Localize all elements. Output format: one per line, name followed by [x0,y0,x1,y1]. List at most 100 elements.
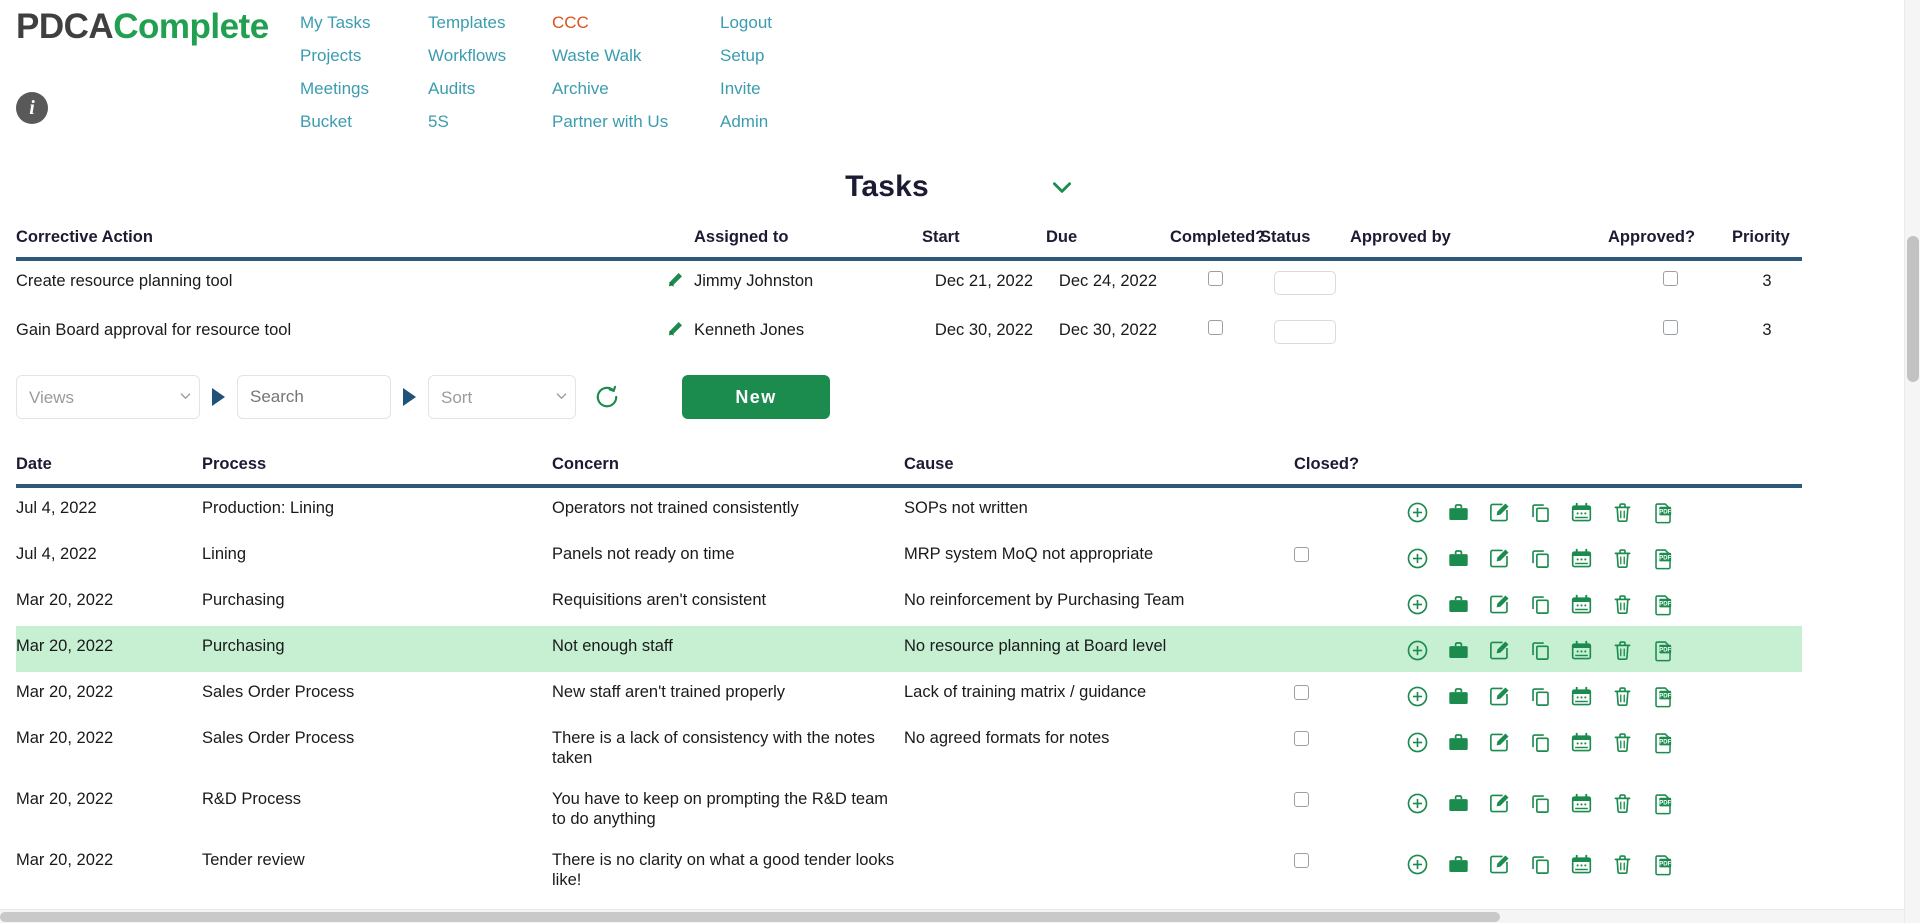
new-button[interactable]: New [682,375,830,419]
briefcase-icon[interactable] [1447,501,1470,524]
plus-circle-icon[interactable] [1406,501,1429,524]
plus-circle-icon[interactable] [1406,853,1429,876]
pdf-icon[interactable]: PDF [1652,731,1675,754]
pdf-icon[interactable]: PDF [1652,593,1675,616]
trash-icon[interactable] [1611,639,1634,662]
cell-row-actions[interactable]: PDF [1406,486,1802,534]
copy-icon[interactable] [1529,593,1552,616]
nav-link-bucket[interactable]: Bucket [300,105,428,138]
edit-icon[interactable] [1488,792,1511,815]
copy-icon[interactable] [1529,501,1552,524]
briefcase-icon[interactable] [1447,792,1470,815]
nav-link-audits[interactable]: Audits [428,72,552,105]
calendar-icon[interactable] [1570,593,1593,616]
cell-row-actions[interactable]: PDF [1406,718,1802,779]
cell-closed[interactable] [1294,718,1406,779]
plus-circle-icon[interactable] [1406,731,1429,754]
calendar-icon[interactable] [1570,792,1593,815]
plus-circle-icon[interactable] [1406,639,1429,662]
edit-icon[interactable] [1488,639,1511,662]
edit-icon[interactable] [1488,547,1511,570]
nav-link-ccc[interactable]: CCC [552,6,720,39]
briefcase-icon[interactable] [1447,685,1470,708]
nav-link-admin[interactable]: Admin [720,105,840,138]
concerns-table-row[interactable]: Mar 20, 2022 Sales Order Process There is … [16,718,1802,779]
calendar-icon[interactable] [1570,547,1593,570]
trash-icon[interactable] [1611,547,1634,570]
approved-checkbox[interactable] [1662,320,1678,336]
search-apply-arrow-icon[interactable] [403,388,416,406]
copy-icon[interactable] [1529,731,1552,754]
cell-approved[interactable] [1608,259,1732,310]
vertical-scrollbar[interactable] [1904,0,1920,923]
briefcase-icon[interactable] [1447,853,1470,876]
trash-icon[interactable] [1611,853,1634,876]
nav-link-my-tasks[interactable]: My Tasks [300,6,428,39]
vertical-scrollbar-thumb[interactable] [1907,236,1919,382]
concerns-table-row[interactable]: Mar 20, 2022 Tender review There is no cla… [16,840,1802,901]
briefcase-icon[interactable] [1447,593,1470,616]
pdf-icon[interactable]: PDF [1652,547,1675,570]
plus-circle-icon[interactable] [1406,593,1429,616]
trash-icon[interactable] [1611,501,1634,524]
refresh-icon[interactable] [594,384,620,410]
copy-icon[interactable] [1529,639,1552,662]
plus-circle-icon[interactable] [1406,685,1429,708]
concerns-table-row[interactable]: Mar 20, 2022 Purchasing Not enough staff No… [16,626,1802,672]
nav-link-logout[interactable]: Logout [720,6,840,39]
nav-link-5s[interactable]: 5S [428,105,552,138]
nav-link-invite[interactable]: Invite [720,72,840,105]
horizontal-scrollbar-thumb[interactable] [0,912,1500,922]
concerns-table-row[interactable]: Jul 4, 2022 Production: Lining Operators n… [16,486,1802,534]
trash-icon[interactable] [1611,731,1634,754]
cell-row-actions[interactable]: PDF [1406,672,1802,718]
copy-icon[interactable] [1529,685,1552,708]
trash-icon[interactable] [1611,593,1634,616]
status-input[interactable] [1274,271,1336,295]
views-apply-arrow-icon[interactable] [212,388,225,406]
nav-link-setup[interactable]: Setup [720,39,840,72]
edit-icon[interactable] [1488,731,1511,754]
closed-checkbox[interactable] [1294,731,1309,746]
sort-select[interactable]: Sort [428,375,576,419]
chevron-down-icon[interactable] [1049,174,1075,200]
cell-row-actions[interactable]: PDF [1406,580,1802,626]
cell-completed[interactable] [1170,310,1260,359]
nav-link-projects[interactable]: Projects [300,39,428,72]
cell-closed[interactable] [1294,626,1406,672]
closed-checkbox[interactable] [1294,547,1309,562]
views-select[interactable]: Views [16,375,200,419]
edit-icon[interactable] [1488,853,1511,876]
concerns-table-row[interactable]: Jul 4, 2022 Lining Panels not ready on tim… [16,534,1802,580]
cell-closed[interactable] [1294,840,1406,901]
cell-closed[interactable] [1294,534,1406,580]
calendar-icon[interactable] [1570,853,1593,876]
nav-link-waste-walk[interactable]: Waste Walk [552,39,720,72]
cell-row-actions[interactable]: PDF [1406,840,1802,901]
concerns-table-row[interactable]: Mar 20, 2022 Sales Order Process New staff… [16,672,1802,718]
cell-closed[interactable] [1294,672,1406,718]
calendar-icon[interactable] [1570,639,1593,662]
pdf-icon[interactable]: PDF [1652,853,1675,876]
search-input[interactable] [237,375,391,419]
copy-icon[interactable] [1529,547,1552,570]
edit-pencil-icon[interactable] [664,271,684,291]
cell-row-actions[interactable]: PDF [1406,534,1802,580]
cell-status[interactable] [1260,310,1350,359]
copy-icon[interactable] [1529,792,1552,815]
nav-link-partner-with-us[interactable]: Partner with Us [552,105,720,138]
cell-edit-action[interactable] [634,259,694,310]
copy-icon[interactable] [1529,853,1552,876]
info-icon[interactable]: i [16,92,48,124]
plus-circle-icon[interactable] [1406,792,1429,815]
trash-icon[interactable] [1611,792,1634,815]
approved-checkbox[interactable] [1662,271,1678,286]
edit-pencil-icon[interactable] [664,320,684,340]
tasks-table-row[interactable]: Create resource planning tool Jimmy John… [16,259,1802,310]
edit-icon[interactable] [1488,685,1511,708]
nav-link-meetings[interactable]: Meetings [300,72,428,105]
trash-icon[interactable] [1611,685,1634,708]
calendar-icon[interactable] [1570,731,1593,754]
cell-approved[interactable] [1608,310,1732,359]
edit-icon[interactable] [1488,593,1511,616]
